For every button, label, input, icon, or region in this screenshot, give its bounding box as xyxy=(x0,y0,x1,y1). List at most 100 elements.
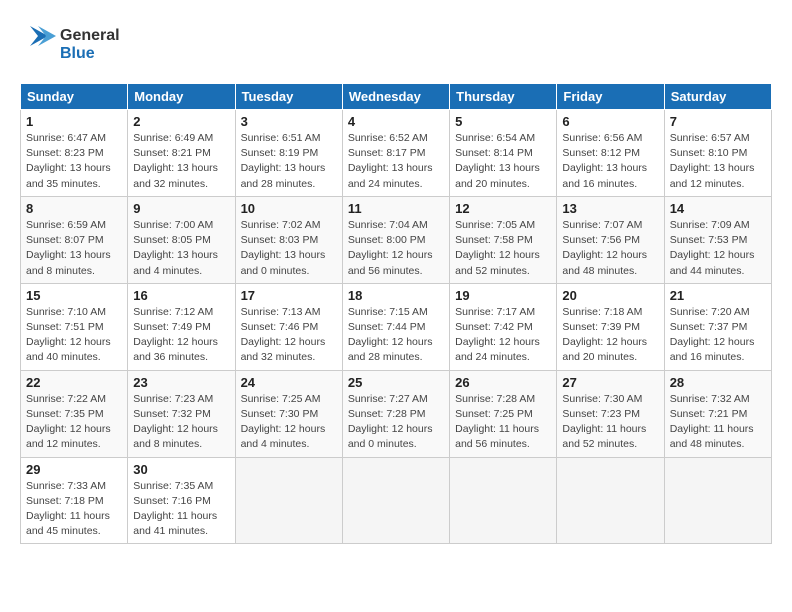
weekday-saturday: Saturday xyxy=(664,84,771,110)
day-number: 6 xyxy=(562,114,658,129)
day-info: Sunrise: 7:05 AM Sunset: 7:58 PM Dayligh… xyxy=(455,218,551,279)
day-info: Sunrise: 6:52 AM Sunset: 8:17 PM Dayligh… xyxy=(348,131,444,192)
day-info: Sunrise: 7:13 AM Sunset: 7:46 PM Dayligh… xyxy=(241,305,337,366)
weekday-thursday: Thursday xyxy=(450,84,557,110)
calendar-cell: 20Sunrise: 7:18 AM Sunset: 7:39 PM Dayli… xyxy=(557,283,664,370)
day-info: Sunrise: 7:02 AM Sunset: 8:03 PM Dayligh… xyxy=(241,218,337,279)
day-number: 7 xyxy=(670,114,766,129)
logo: General Blue xyxy=(20,18,130,73)
calendar-cell: 30 Sunrise: 7:35 AM Sunset: 7:16 PM Dayli… xyxy=(128,457,235,544)
day-number: 17 xyxy=(241,288,337,303)
calendar-cell: 21 Sunrise: 7:20 AM Sunset: 7:37 PM Dayli… xyxy=(664,283,771,370)
calendar-cell: 9 Sunrise: 7:00 AM Sunset: 8:05 PM Daylig… xyxy=(128,196,235,283)
week-row-3: 15 Sunrise: 7:10 AM Sunset: 7:51 PM Dayli… xyxy=(21,283,772,370)
day-info: Sunrise: 7:22 AM Sunset: 7:35 PM Dayligh… xyxy=(26,392,122,453)
calendar-cell xyxy=(342,457,449,544)
day-info: Sunrise: 6:54 AM Sunset: 8:14 PM Dayligh… xyxy=(455,131,551,192)
calendar-cell xyxy=(557,457,664,544)
calendar-cell: 10Sunrise: 7:02 AM Sunset: 8:03 PM Dayli… xyxy=(235,196,342,283)
calendar: SundayMondayTuesdayWednesdayThursdayFrid… xyxy=(20,83,772,544)
calendar-cell xyxy=(664,457,771,544)
day-info: Sunrise: 7:18 AM Sunset: 7:39 PM Dayligh… xyxy=(562,305,658,366)
day-number: 5 xyxy=(455,114,551,129)
day-number: 24 xyxy=(241,375,337,390)
calendar-cell xyxy=(235,457,342,544)
header: General Blue xyxy=(20,18,772,73)
day-info: Sunrise: 6:59 AM Sunset: 8:07 PM Dayligh… xyxy=(26,218,122,279)
calendar-cell: 1 Sunrise: 6:47 AM Sunset: 8:23 PM Daylig… xyxy=(21,110,128,197)
calendar-cell: 18Sunrise: 7:15 AM Sunset: 7:44 PM Dayli… xyxy=(342,283,449,370)
day-info: Sunrise: 6:57 AM Sunset: 8:10 PM Dayligh… xyxy=(670,131,766,192)
day-number: 30 xyxy=(133,462,229,477)
weekday-friday: Friday xyxy=(557,84,664,110)
weekday-monday: Monday xyxy=(128,84,235,110)
day-info: Sunrise: 7:17 AM Sunset: 7:42 PM Dayligh… xyxy=(455,305,551,366)
day-info: Sunrise: 7:28 AM Sunset: 7:25 PM Dayligh… xyxy=(455,392,551,453)
day-info: Sunrise: 7:07 AM Sunset: 7:56 PM Dayligh… xyxy=(562,218,658,279)
day-number: 12 xyxy=(455,201,551,216)
calendar-cell: 24 Sunrise: 7:25 AM Sunset: 7:30 PM Dayli… xyxy=(235,370,342,457)
day-number: 16 xyxy=(133,288,229,303)
day-number: 15 xyxy=(26,288,122,303)
day-info: Sunrise: 7:25 AM Sunset: 7:30 PM Dayligh… xyxy=(241,392,337,453)
calendar-cell: 8Sunrise: 6:59 AM Sunset: 8:07 PM Daylig… xyxy=(21,196,128,283)
calendar-cell: 6Sunrise: 6:56 AM Sunset: 8:12 PM Daylig… xyxy=(557,110,664,197)
calendar-cell: 2Sunrise: 6:49 AM Sunset: 8:21 PM Daylig… xyxy=(128,110,235,197)
day-info: Sunrise: 7:23 AM Sunset: 7:32 PM Dayligh… xyxy=(133,392,229,453)
day-info: Sunrise: 7:32 AM Sunset: 7:21 PM Dayligh… xyxy=(670,392,766,453)
page: General Blue SundayMondayTuesdayWednesda… xyxy=(0,0,792,554)
day-info: Sunrise: 7:04 AM Sunset: 8:00 PM Dayligh… xyxy=(348,218,444,279)
calendar-cell: 17 Sunrise: 7:13 AM Sunset: 7:46 PM Dayli… xyxy=(235,283,342,370)
weekday-wednesday: Wednesday xyxy=(342,84,449,110)
day-info: Sunrise: 7:33 AM Sunset: 7:18 PM Dayligh… xyxy=(26,479,122,540)
day-number: 18 xyxy=(348,288,444,303)
day-number: 27 xyxy=(562,375,658,390)
day-number: 25 xyxy=(348,375,444,390)
calendar-cell: 11 Sunrise: 7:04 AM Sunset: 8:00 PM Dayli… xyxy=(342,196,449,283)
calendar-cell: 23 Sunrise: 7:23 AM Sunset: 7:32 PM Dayli… xyxy=(128,370,235,457)
day-number: 23 xyxy=(133,375,229,390)
logo-svg: General Blue xyxy=(20,18,130,73)
calendar-cell: 19 Sunrise: 7:17 AM Sunset: 7:42 PM Dayli… xyxy=(450,283,557,370)
svg-text:Blue: Blue xyxy=(60,45,95,62)
day-info: Sunrise: 6:47 AM Sunset: 8:23 PM Dayligh… xyxy=(26,131,122,192)
day-number: 28 xyxy=(670,375,766,390)
day-info: Sunrise: 7:10 AM Sunset: 7:51 PM Dayligh… xyxy=(26,305,122,366)
calendar-cell: 14Sunrise: 7:09 AM Sunset: 7:53 PM Dayli… xyxy=(664,196,771,283)
calendar-cell: 27 Sunrise: 7:30 AM Sunset: 7:23 PM Dayli… xyxy=(557,370,664,457)
day-number: 21 xyxy=(670,288,766,303)
day-number: 11 xyxy=(348,201,444,216)
week-row-4: 22 Sunrise: 7:22 AM Sunset: 7:35 PM Dayli… xyxy=(21,370,772,457)
calendar-cell: 5 Sunrise: 6:54 AM Sunset: 8:14 PM Daylig… xyxy=(450,110,557,197)
day-info: Sunrise: 7:30 AM Sunset: 7:23 PM Dayligh… xyxy=(562,392,658,453)
svg-text:General: General xyxy=(60,27,120,44)
day-info: Sunrise: 7:35 AM Sunset: 7:16 PM Dayligh… xyxy=(133,479,229,540)
calendar-cell: 13 Sunrise: 7:07 AM Sunset: 7:56 PM Dayli… xyxy=(557,196,664,283)
weekday-tuesday: Tuesday xyxy=(235,84,342,110)
day-number: 19 xyxy=(455,288,551,303)
week-row-2: 8Sunrise: 6:59 AM Sunset: 8:07 PM Daylig… xyxy=(21,196,772,283)
calendar-cell xyxy=(450,457,557,544)
calendar-cell: 15 Sunrise: 7:10 AM Sunset: 7:51 PM Dayli… xyxy=(21,283,128,370)
day-number: 22 xyxy=(26,375,122,390)
day-info: Sunrise: 6:49 AM Sunset: 8:21 PM Dayligh… xyxy=(133,131,229,192)
day-number: 4 xyxy=(348,114,444,129)
week-row-5: 29 Sunrise: 7:33 AM Sunset: 7:18 PM Dayli… xyxy=(21,457,772,544)
day-info: Sunrise: 7:12 AM Sunset: 7:49 PM Dayligh… xyxy=(133,305,229,366)
weekday-header-row: SundayMondayTuesdayWednesdayThursdayFrid… xyxy=(21,84,772,110)
day-number: 13 xyxy=(562,201,658,216)
calendar-cell: 12 Sunrise: 7:05 AM Sunset: 7:58 PM Dayli… xyxy=(450,196,557,283)
day-info: Sunrise: 7:09 AM Sunset: 7:53 PM Dayligh… xyxy=(670,218,766,279)
day-info: Sunrise: 7:20 AM Sunset: 7:37 PM Dayligh… xyxy=(670,305,766,366)
day-number: 26 xyxy=(455,375,551,390)
day-info: Sunrise: 7:00 AM Sunset: 8:05 PM Dayligh… xyxy=(133,218,229,279)
weekday-sunday: Sunday xyxy=(21,84,128,110)
day-number: 29 xyxy=(26,462,122,477)
calendar-cell: 28 Sunrise: 7:32 AM Sunset: 7:21 PM Dayli… xyxy=(664,370,771,457)
day-number: 9 xyxy=(133,201,229,216)
calendar-cell: 16 Sunrise: 7:12 AM Sunset: 7:49 PM Dayli… xyxy=(128,283,235,370)
calendar-cell: 25 Sunrise: 7:27 AM Sunset: 7:28 PM Dayli… xyxy=(342,370,449,457)
calendar-cell: 7 Sunrise: 6:57 AM Sunset: 8:10 PM Daylig… xyxy=(664,110,771,197)
day-info: Sunrise: 7:27 AM Sunset: 7:28 PM Dayligh… xyxy=(348,392,444,453)
day-number: 1 xyxy=(26,114,122,129)
